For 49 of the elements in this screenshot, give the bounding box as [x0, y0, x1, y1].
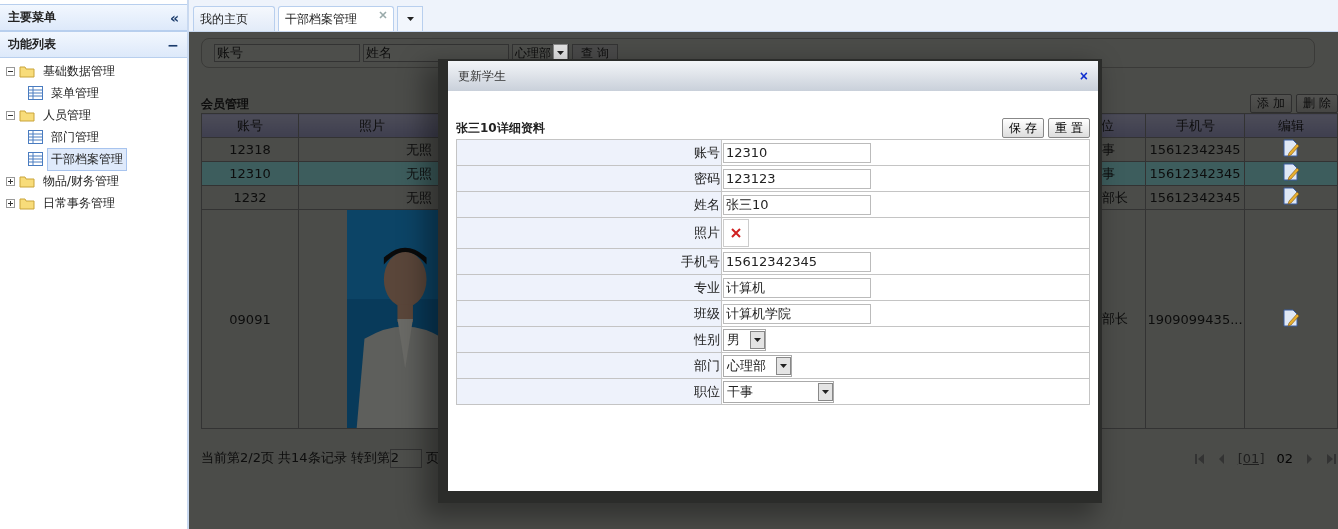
table-cell: 12318 [201, 137, 299, 162]
select-field[interactable]: 男 [723, 328, 766, 351]
tree-item[interactable]: 部门管理 [47, 125, 103, 149]
form-button[interactable]: 重 置 [1048, 118, 1090, 138]
input-field[interactable]: 12310 [723, 142, 871, 163]
input-field[interactable]: 计算机学院 [723, 303, 871, 324]
table-cell: 1232 [201, 185, 299, 210]
field-label: 照片 [456, 217, 722, 249]
dialog-title: 更新学生 [458, 67, 506, 85]
field-label: 班级 [456, 300, 722, 327]
sidebar-title: 主要菜单 [8, 9, 56, 26]
form-button[interactable]: 保 存 [1002, 118, 1045, 138]
input-field[interactable]: 15612342345 [723, 251, 871, 272]
table-cell: 15612342345 [1145, 137, 1245, 162]
input-field[interactable]: 张三10 [723, 194, 871, 215]
section-title: 功能列表 [8, 36, 56, 53]
tab[interactable]: 干部档案管理 [278, 6, 394, 31]
table-cell: 15612342345 [1145, 161, 1245, 186]
column-header: 编辑 [1244, 113, 1338, 138]
select-field[interactable]: 干事 [723, 380, 834, 403]
tab[interactable]: 我的主页 [193, 6, 275, 31]
minimize-icon[interactable]: − [167, 37, 179, 52]
form-heading: 张三10详细资料 [456, 119, 545, 137]
table-cell: 09091 [201, 209, 299, 429]
column-header: 账号 [201, 113, 299, 138]
field-label: 部门 [456, 352, 722, 379]
tree-item[interactable]: 人员管理 [39, 103, 95, 127]
field-label: 手机号 [456, 248, 722, 275]
field-label: 专业 [456, 274, 722, 301]
table-cell: 1909099435... [1145, 209, 1245, 429]
field-label: 密码 [456, 165, 722, 192]
field-label: 账号 [456, 139, 722, 166]
table-cell: 12310 [201, 161, 299, 186]
input-field[interactable]: 计算机 [723, 277, 871, 298]
field-label: 性别 [456, 326, 722, 353]
select-field[interactable]: 心理部 [723, 354, 792, 377]
table-cell: 15612342345 [1145, 185, 1245, 210]
field-label: 职位 [456, 378, 722, 405]
column-header: 手机号 [1145, 113, 1245, 138]
panel-title: 会员管理 [201, 96, 249, 113]
tree-item[interactable]: 干部档案管理 [47, 147, 127, 171]
input-field[interactable]: 123123 [723, 168, 871, 189]
close-button[interactable]: × [1079, 68, 1088, 84]
tree-item[interactable]: 菜单管理 [47, 81, 103, 105]
tree-item[interactable]: 基础数据管理 [39, 59, 119, 83]
field-label: 姓名 [456, 191, 722, 218]
collapse-icon[interactable]: « [169, 10, 179, 25]
tree-item[interactable]: 物品/财务管理 [39, 169, 124, 193]
tree-item[interactable]: 日常事务管理 [39, 191, 119, 215]
